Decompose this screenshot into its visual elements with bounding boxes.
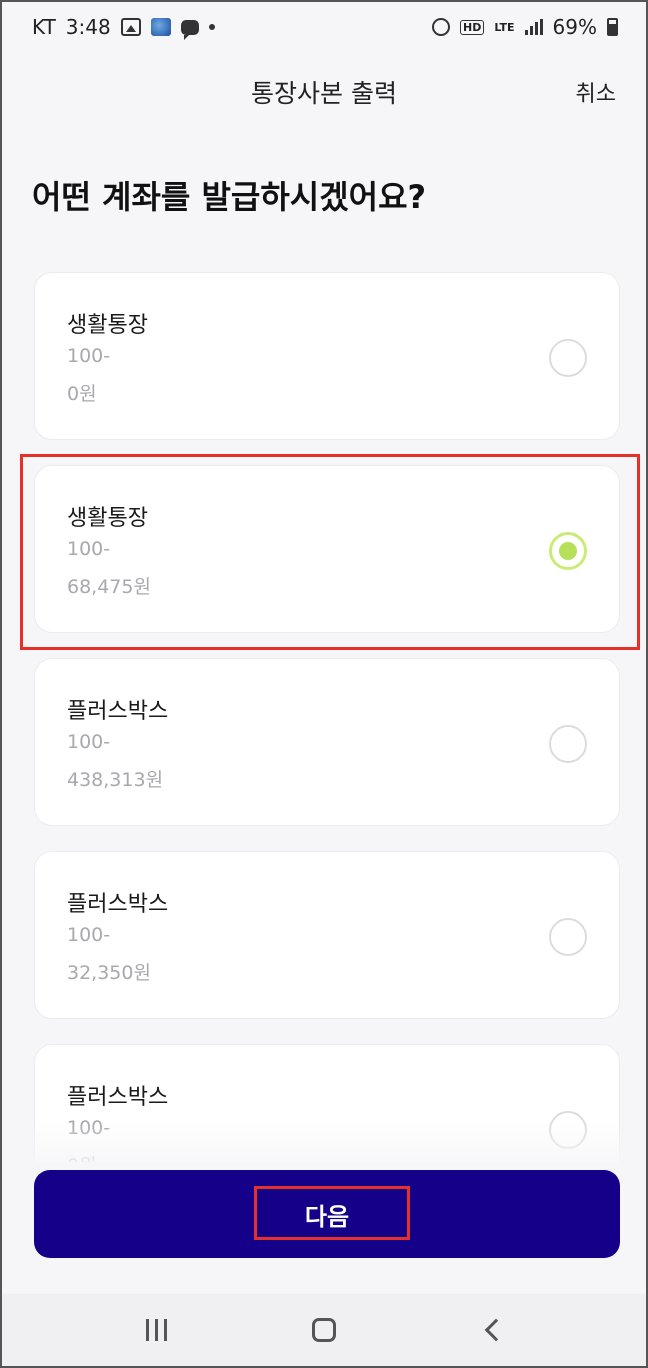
status-bar-left: KT 3:48 (32, 15, 215, 40)
carrier: KT (32, 15, 56, 39)
account-balance: 68,475원 (67, 576, 151, 598)
battery-icon (607, 18, 618, 36)
account-balance: 0원 (67, 383, 97, 405)
page-title: 통장사본 출력 (251, 79, 397, 108)
account-card[interactable]: 생활통장 100- 0원 (34, 272, 620, 440)
battery-percent: 69% (552, 15, 597, 39)
header: 통장사본 출력 취소 (2, 60, 646, 124)
recents-icon (145, 1319, 167, 1341)
radio-button-selected[interactable] (549, 532, 587, 570)
cancel-button[interactable]: 취소 (576, 76, 616, 108)
status-bar-right: HD LTE 69% (431, 15, 618, 39)
lte-icon: LTE (494, 20, 515, 34)
account-number: 100- (67, 924, 111, 946)
account-card[interactable]: 플러스박스 100- 438,313원 (34, 658, 620, 826)
back-button[interactable] (472, 1310, 512, 1350)
alarm-icon (431, 18, 450, 36)
image-notification-icon (120, 18, 141, 36)
next-button-label: 다음 (304, 1202, 350, 1231)
message-icon (180, 19, 199, 40)
more-notifications-dot-icon (208, 24, 215, 30)
next-button[interactable]: 다음 (34, 1170, 620, 1258)
account-balance: 32,350원 (67, 962, 151, 984)
radio-button[interactable] (549, 918, 587, 956)
question-heading: 어떤 계좌를 발급하시겠어요? (32, 178, 427, 216)
home-button[interactable] (304, 1310, 344, 1350)
status-bar: KT 3:48 HD LTE 69% (2, 2, 646, 52)
account-name: 플러스박스 (67, 1085, 169, 1110)
account-card[interactable]: 플러스박스 100- 32,350원 (34, 851, 620, 1019)
account-number: 100- (67, 731, 111, 753)
account-number: 100- (67, 538, 111, 560)
account-name: 플러스박스 (67, 892, 169, 917)
screen: KT 3:48 HD LTE 69% 통장사본 출력 취소 어떤 계좌를 발급하… (0, 0, 648, 1368)
account-name: 생활통장 (67, 313, 148, 338)
system-nav-bar (2, 1294, 646, 1366)
hd-voice-icon: HD (459, 19, 485, 35)
account-name: 플러스박스 (67, 699, 169, 724)
back-icon (484, 1318, 508, 1342)
recents-button[interactable] (136, 1310, 176, 1350)
app-notification-icon (150, 18, 171, 36)
account-number: 100- (67, 345, 111, 367)
account-card[interactable]: 생활통장 100- 68,475원 (34, 465, 620, 633)
radio-button[interactable] (549, 339, 587, 377)
radio-button[interactable] (549, 725, 587, 763)
home-icon (312, 1318, 336, 1342)
signal-icon (524, 19, 543, 35)
clock: 3:48 (65, 15, 111, 39)
account-balance: 438,313원 (67, 769, 164, 791)
account-name: 생활통장 (67, 506, 148, 531)
